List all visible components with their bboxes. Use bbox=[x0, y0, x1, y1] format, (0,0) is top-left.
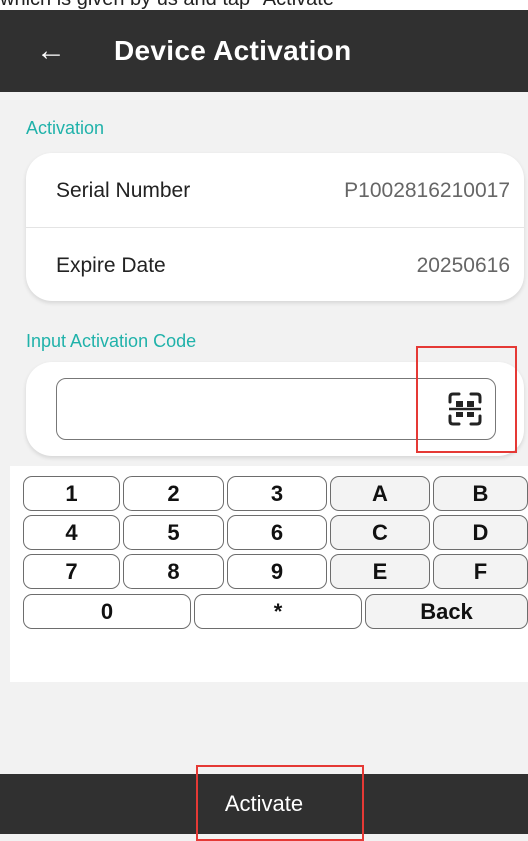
activation-info-card: Serial Number P1002816210017 Expire Date… bbox=[26, 153, 524, 301]
app-bar: ← Device Activation bbox=[0, 10, 528, 92]
serial-number-value: P1002816210017 bbox=[344, 179, 510, 202]
activation-code-card bbox=[26, 362, 524, 456]
key-2[interactable]: 2 bbox=[123, 476, 224, 511]
key-0[interactable]: 0 bbox=[23, 594, 191, 629]
key-9[interactable]: 9 bbox=[227, 554, 327, 589]
key-4[interactable]: 4 bbox=[23, 515, 120, 550]
instruction-text: which is given by us and tap "Activate" bbox=[0, 0, 341, 10]
key-b[interactable]: B bbox=[433, 476, 528, 511]
key-3[interactable]: 3 bbox=[227, 476, 327, 511]
scan-qr-icon[interactable] bbox=[444, 388, 486, 430]
expire-date-label: Expire Date bbox=[56, 254, 166, 277]
activation-code-input[interactable] bbox=[56, 378, 496, 440]
serial-number-row: Serial Number P1002816210017 bbox=[26, 153, 524, 229]
key-5[interactable]: 5 bbox=[123, 515, 224, 550]
key-1[interactable]: 1 bbox=[23, 476, 120, 511]
arrow-left-icon[interactable]: ← bbox=[36, 36, 76, 66]
key-6[interactable]: 6 bbox=[227, 515, 327, 550]
key-8[interactable]: 8 bbox=[123, 554, 224, 589]
key-c[interactable]: C bbox=[330, 515, 430, 550]
activation-section-label: Activation bbox=[26, 118, 105, 138]
expire-date-value: 20250616 bbox=[416, 254, 510, 277]
activate-button[interactable]: Activate bbox=[0, 774, 528, 834]
key-d[interactable]: D bbox=[433, 515, 528, 550]
key-back[interactable]: Back bbox=[365, 594, 528, 629]
hex-keypad: 1 2 3 A B 4 5 6 C D 7 8 9 E F 0 * Back bbox=[10, 466, 528, 682]
key-7[interactable]: 7 bbox=[23, 554, 120, 589]
expire-date-row: Expire Date 20250616 bbox=[26, 228, 524, 304]
key-f[interactable]: F bbox=[433, 554, 528, 589]
key-a[interactable]: A bbox=[330, 476, 430, 511]
key-star[interactable]: * bbox=[194, 594, 362, 629]
page-title: Device Activation bbox=[114, 35, 352, 66]
serial-number-label: Serial Number bbox=[56, 179, 191, 202]
activation-code-section-label: Input Activation Code bbox=[26, 331, 197, 351]
key-e[interactable]: E bbox=[330, 554, 430, 589]
instruction-caption: which is given by us and tap "Activate" bbox=[0, 0, 528, 10]
